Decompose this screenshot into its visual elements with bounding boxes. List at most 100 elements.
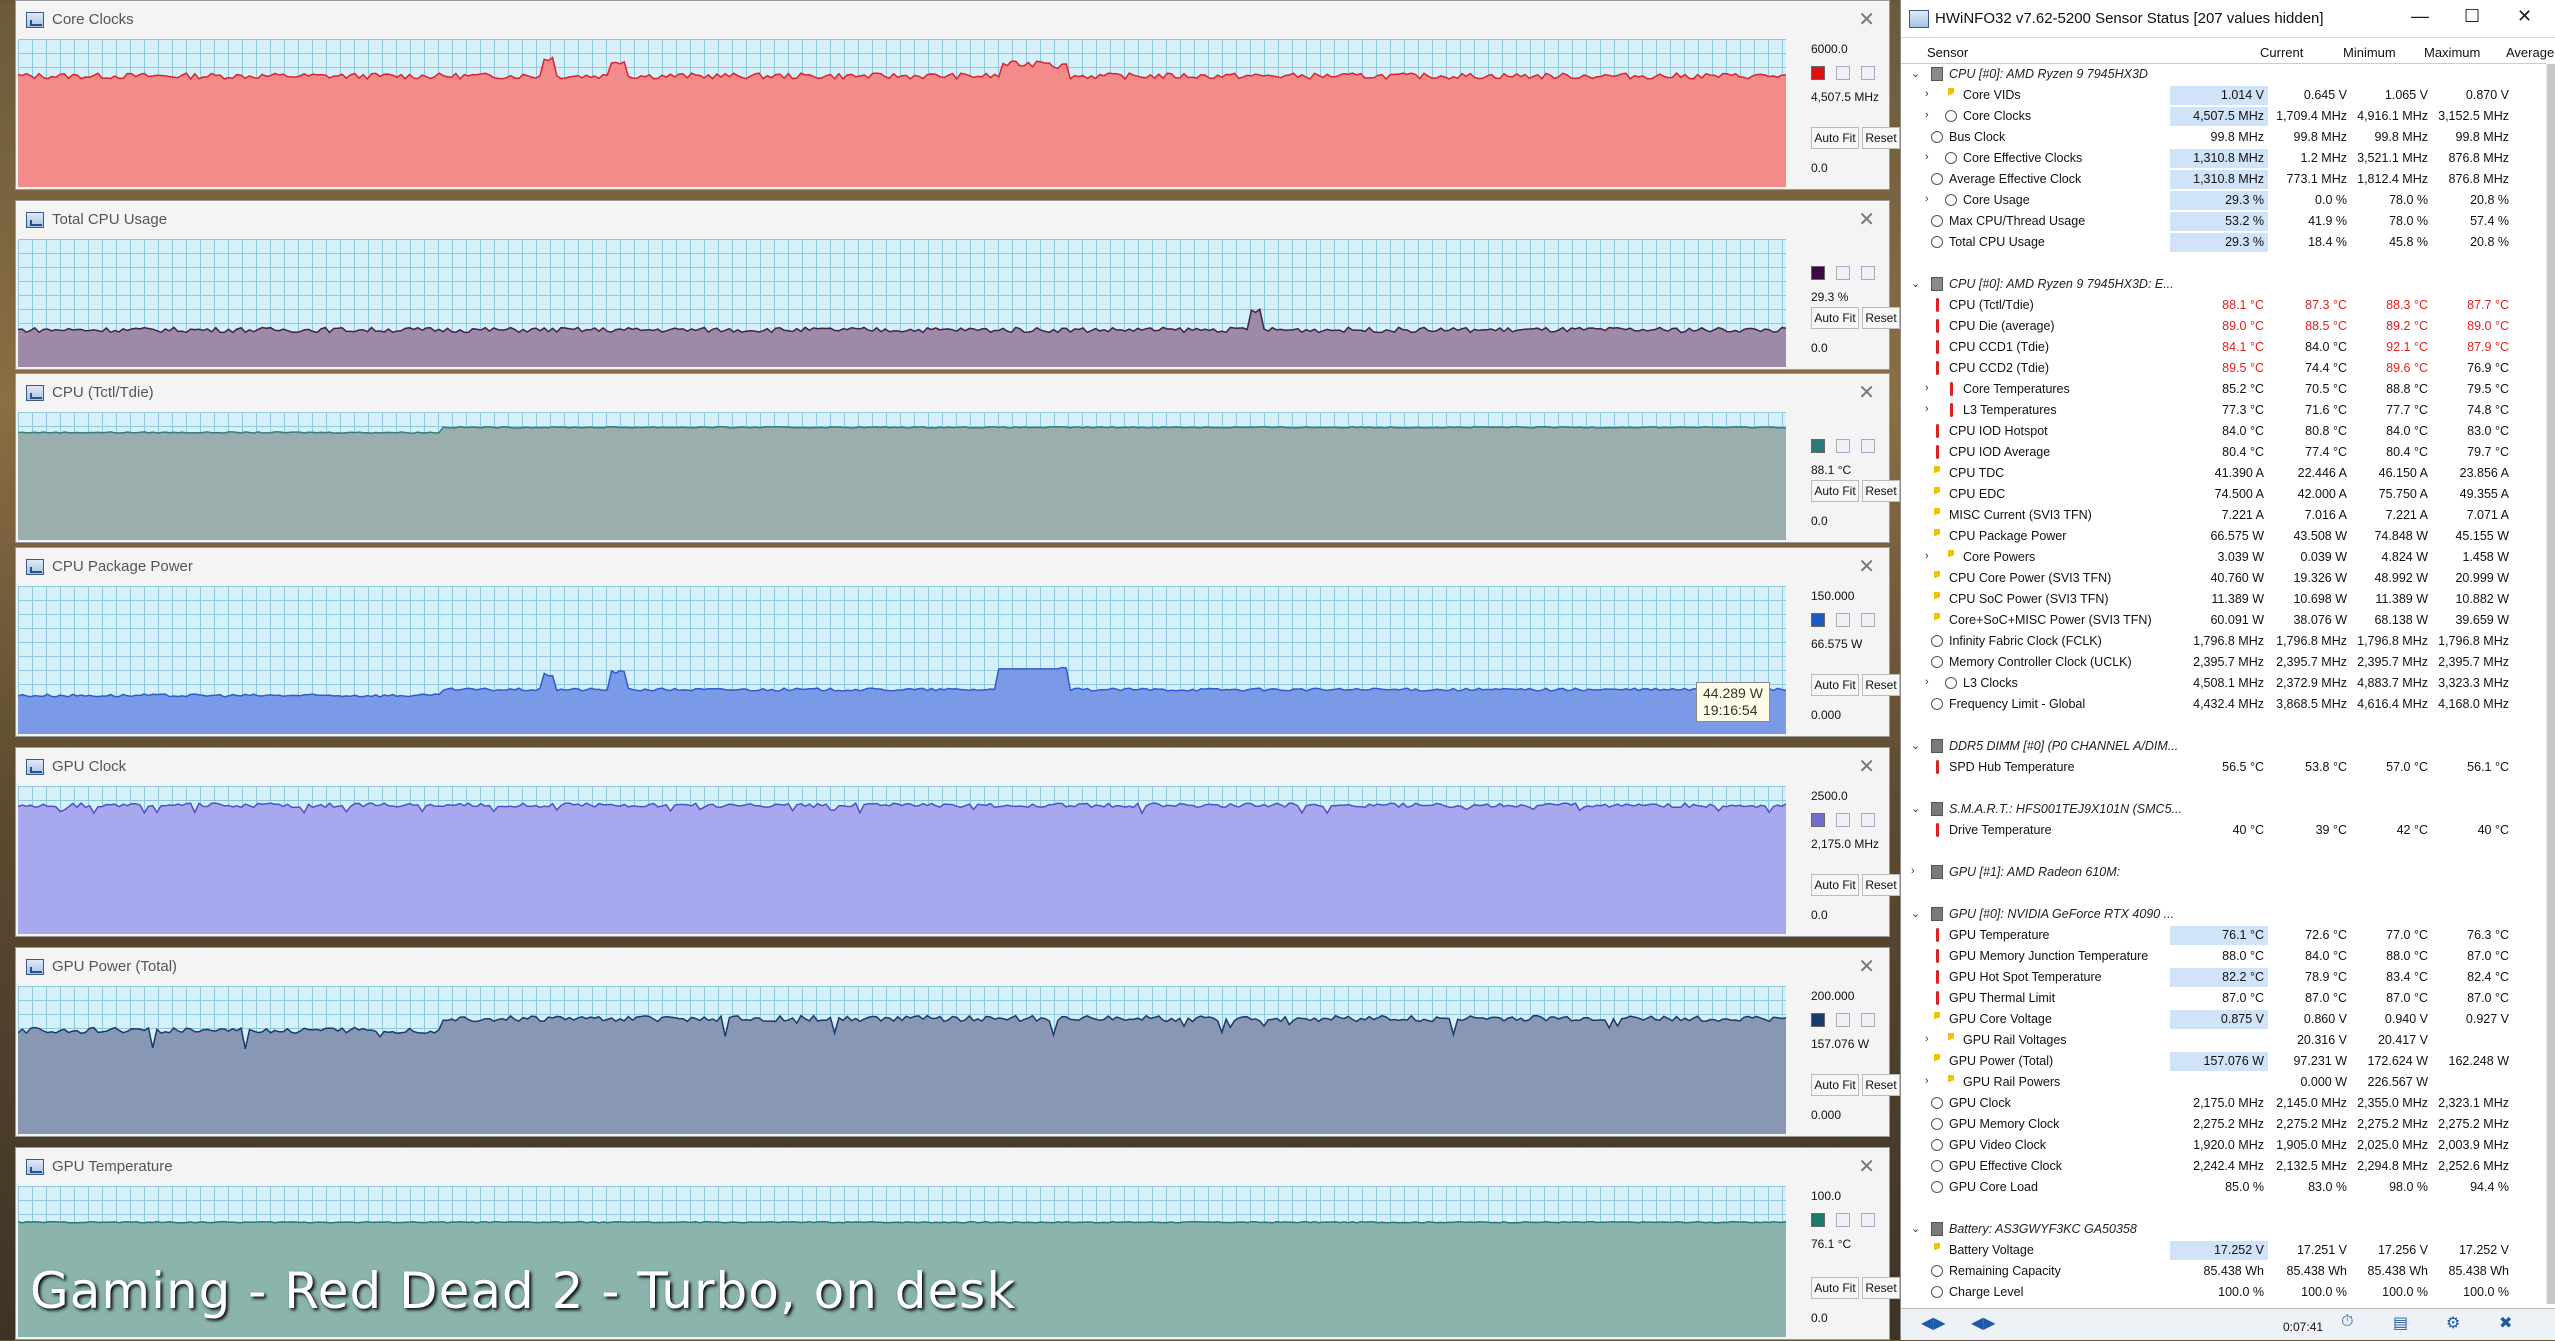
fill-style-box[interactable]	[1861, 439, 1875, 453]
graph-plot[interactable]	[18, 39, 1786, 187]
sensor-row[interactable]: CPU Die (average) 89.0 °C 88.5 °C 89.2 °C 89…	[1901, 316, 2546, 337]
sensor-row[interactable]: Core+SoC+MISC Power (SVI3 TFN) 60.091 W 38…	[1901, 610, 2546, 631]
sensor-group-row[interactable]: ⌄ CPU [#0]: AMD Ryzen 9 7945HX3D	[1901, 64, 2546, 85]
graph-plot[interactable]	[18, 586, 1786, 734]
sensor-group-row[interactable]: ⌄ GPU [#0]: NVIDIA GeForce RTX 4090 ...	[1901, 904, 2546, 925]
sensor-row[interactable]: GPU Temperature 76.1 °C 72.6 °C 77.0 °C 76.3…	[1901, 925, 2546, 946]
sensor-group-row[interactable]: ⌄ DDR5 DIMM [#0] (P0 CHANNEL A/DIM...	[1901, 736, 2546, 757]
nav-left-icon[interactable]: ◀▶	[1921, 1313, 1946, 1339]
expand-chevron-icon[interactable]: ›	[1925, 151, 1929, 163]
sensor-row[interactable]: CPU Core Power (SVI3 TFN) 40.760 W 19.326 …	[1901, 568, 2546, 589]
sensor-row[interactable]: Remaining Capacity 85.438 Wh 85.438 Wh 85.4…	[1901, 1261, 2546, 1282]
fill-style-box[interactable]	[1861, 1013, 1875, 1027]
col-sensor[interactable]: Sensor	[1927, 45, 1968, 60]
settings-gear-icon[interactable]: ⚙	[2446, 1313, 2460, 1339]
sensor-row[interactable]: Charge Level 100.0 % 100.0 % 100.0 % 100.0 %	[1901, 1282, 2546, 1303]
sensor-row[interactable]: GPU Thermal Limit 87.0 °C 87.0 °C 87.0 °C 87…	[1901, 988, 2546, 1009]
sensor-row[interactable]: GPU Hot Spot Temperature 82.2 °C 78.9 °C 83…	[1901, 967, 2546, 988]
minimize-icon[interactable]: —	[2411, 6, 2429, 27]
expand-chevron-icon[interactable]: ›	[1925, 88, 1929, 100]
sensor-row[interactable]: › Core Temperatures 85.2 °C 70.5 °C 88.8 °C 7…	[1901, 379, 2546, 400]
col-minimum[interactable]: Minimum	[2343, 45, 2396, 60]
expand-chevron-icon[interactable]: ›	[1925, 403, 1929, 415]
auto-fit-button[interactable]: Auto Fit	[1811, 674, 1859, 696]
sensor-row[interactable]: CPU EDC 74.500 A 42.000 A 75.750 A 49.355 A	[1901, 484, 2546, 505]
col-maximum[interactable]: Maximum	[2424, 45, 2480, 60]
reset-button[interactable]: Reset	[1862, 480, 1900, 502]
sensor-row[interactable]: Infinity Fabric Clock (FCLK) 1,796.8 MHz 1…	[1901, 631, 2546, 652]
sensor-row[interactable]: CPU IOD Average 80.4 °C 77.4 °C 80.4 °C 79.7…	[1901, 442, 2546, 463]
expand-chevron-icon[interactable]: ›	[1925, 193, 1929, 205]
sensor-row[interactable]: CPU (Tctl/Tdie) 88.1 °C 87.3 °C 88.3 °C 87.7…	[1901, 295, 2546, 316]
reset-button[interactable]: Reset	[1862, 1277, 1900, 1299]
line-style-box[interactable]	[1836, 439, 1850, 453]
auto-fit-button[interactable]: Auto Fit	[1811, 480, 1859, 502]
color-swatch[interactable]	[1811, 1013, 1825, 1027]
reset-button[interactable]: Reset	[1862, 307, 1900, 329]
report-icon[interactable]: ▤	[2393, 1313, 2408, 1339]
col-current[interactable]: Current	[2260, 45, 2303, 60]
collapse-chevron-icon[interactable]: ⌄	[1911, 802, 1920, 815]
sensor-row[interactable]: › Core Powers 3.039 W 0.039 W 4.824 W 1.458 W	[1901, 547, 2546, 568]
reset-button[interactable]: Reset	[1862, 674, 1900, 696]
color-swatch[interactable]	[1811, 1213, 1825, 1227]
sensor-row[interactable]: GPU Core Load 85.0 % 83.0 % 98.0 % 94.4 %	[1901, 1177, 2546, 1198]
auto-fit-button[interactable]: Auto Fit	[1811, 874, 1859, 896]
nav-right-icon[interactable]: ◀▶	[1971, 1313, 1996, 1339]
exit-icon[interactable]: ✖	[2499, 1313, 2512, 1339]
color-swatch[interactable]	[1811, 613, 1825, 627]
auto-fit-button[interactable]: Auto Fit	[1811, 1277, 1859, 1299]
expand-chevron-icon[interactable]: ›	[1925, 550, 1929, 562]
sensor-row[interactable]: › Core Usage 29.3 % 0.0 % 78.0 % 20.8 %	[1901, 190, 2546, 211]
reset-button[interactable]: Reset	[1862, 1074, 1900, 1096]
expand-chevron-icon[interactable]: ›	[1925, 1075, 1929, 1087]
auto-fit-button[interactable]: Auto Fit	[1811, 1074, 1859, 1096]
fill-style-box[interactable]	[1861, 613, 1875, 627]
vertical-scrollbar[interactable]	[2546, 64, 2555, 1304]
sensor-row[interactable]: Total CPU Usage 29.3 % 18.4 % 45.8 % 20.8 %	[1901, 232, 2546, 253]
sensor-row[interactable]: › L3 Clocks 4,508.1 MHz 2,372.9 MHz 4,883.7 …	[1901, 673, 2546, 694]
sensor-row[interactable]: Battery Voltage 17.252 V 17.251 V 17.256 V1…	[1901, 1240, 2546, 1261]
collapse-chevron-icon[interactable]: ⌄	[1911, 907, 1920, 920]
sensor-group-row[interactable]: ⌄ Battery: AS3GWYF3KC GA50358	[1901, 1219, 2546, 1240]
sensor-row[interactable]: Frequency Limit - Global 4,432.4 MHz 3,868…	[1901, 694, 2546, 715]
line-style-box[interactable]	[1836, 1013, 1850, 1027]
sensor-row[interactable]: Average Effective Clock 1,310.8 MHz 773.1 …	[1901, 169, 2546, 190]
graph-plot[interactable]	[18, 239, 1786, 367]
clock-reset-icon[interactable]: ⏱	[2341, 1313, 2353, 1339]
sensor-row[interactable]: › GPU Rail Voltages 20.316 V 20.417 V	[1901, 1030, 2546, 1051]
color-swatch[interactable]	[1811, 439, 1825, 453]
sensor-row[interactable]: › Core Effective Clocks 1,310.8 MHz 1.2 MHz…	[1901, 148, 2546, 169]
sensor-row[interactable]: CPU SoC Power (SVI3 TFN) 11.389 W 10.698 W…	[1901, 589, 2546, 610]
expand-chevron-icon[interactable]: ›	[1925, 676, 1929, 688]
sensor-row[interactable]: GPU Power (Total) 157.076 W 97.231 W 172.62…	[1901, 1051, 2546, 1072]
sensor-row[interactable]: Max CPU/Thread Usage 53.2 % 41.9 % 78.0 % 57…	[1901, 211, 2546, 232]
sensor-row[interactable]: GPU Video Clock 1,920.0 MHz 1,905.0 MHz 2,0…	[1901, 1135, 2546, 1156]
sensor-row[interactable]: CPU TDC 41.390 A 22.446 A 46.150 A 23.856 A	[1901, 463, 2546, 484]
graph-plot[interactable]	[18, 412, 1786, 540]
line-style-box[interactable]	[1836, 613, 1850, 627]
fill-style-box[interactable]	[1861, 66, 1875, 80]
sensor-row[interactable]: Bus Clock 99.8 MHz 99.8 MHz 99.8 MHz 99.8 MH…	[1901, 127, 2546, 148]
col-average[interactable]: Average	[2506, 45, 2554, 60]
expand-chevron-icon[interactable]: ›	[1925, 1033, 1929, 1045]
sensor-row[interactable]: CPU IOD Hotspot 84.0 °C 80.8 °C 84.0 °C 83.0…	[1901, 421, 2546, 442]
color-swatch[interactable]	[1811, 66, 1825, 80]
maximize-icon[interactable]: ☐	[2464, 6, 2480, 27]
sensor-row[interactable]: GPU Core Voltage 0.875 V 0.860 V 0.940 V 0.9…	[1901, 1009, 2546, 1030]
sensor-row[interactable]: › L3 Temperatures 77.3 °C 71.6 °C 77.7 °C 74.…	[1901, 400, 2546, 421]
expand-chevron-icon[interactable]: ›	[1911, 865, 1915, 877]
auto-fit-button[interactable]: Auto Fit	[1811, 307, 1859, 329]
line-style-box[interactable]	[1836, 813, 1850, 827]
sensor-row[interactable]: › GPU Rail Powers 0.000 W 226.567 W	[1901, 1072, 2546, 1093]
expand-chevron-icon[interactable]: ›	[1925, 382, 1929, 394]
line-style-box[interactable]	[1836, 266, 1850, 280]
auto-fit-button[interactable]: Auto Fit	[1811, 127, 1859, 149]
graph-plot[interactable]	[18, 986, 1786, 1134]
collapse-chevron-icon[interactable]: ⌄	[1911, 277, 1920, 290]
color-swatch[interactable]	[1811, 266, 1825, 280]
sensor-row[interactable]: MISC Current (SVI3 TFN) 7.221 A 7.016 A 7.2…	[1901, 505, 2546, 526]
collapse-chevron-icon[interactable]: ⌄	[1911, 67, 1920, 80]
expand-chevron-icon[interactable]: ›	[1925, 109, 1929, 121]
sensor-group-row[interactable]: ⌄ CPU [#0]: AMD Ryzen 9 7945HX3D: E...	[1901, 274, 2546, 295]
